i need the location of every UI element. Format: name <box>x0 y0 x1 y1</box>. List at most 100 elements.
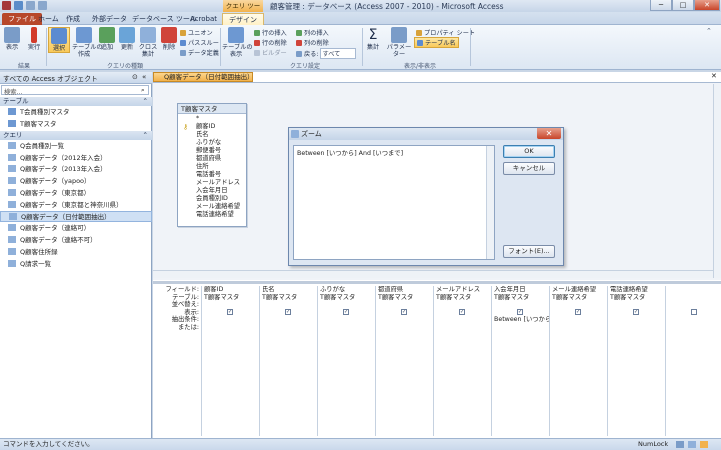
minimize-button[interactable]: ─ <box>650 0 672 11</box>
table-names-button[interactable]: テーブル名 <box>414 37 459 48</box>
delete-query-button[interactable]: 削除 <box>160 27 178 51</box>
grid-field-cell[interactable]: 氏名 <box>262 286 317 294</box>
access-app-icon[interactable] <box>2 1 11 10</box>
nav-query-item[interactable]: Q顧客住所録 <box>0 247 152 258</box>
grid-field-cell[interactable]: ふりがな <box>320 286 375 294</box>
field-item[interactable]: 電話連絡希望 <box>196 211 234 219</box>
delete-rows-button[interactable]: 行の削除 <box>254 38 287 47</box>
grid-field-cell[interactable]: 都道府県 <box>378 286 433 294</box>
show-checkbox[interactable]: ✓ <box>227 309 233 315</box>
grid-field-cell[interactable]: 顧客ID <box>204 286 259 294</box>
undo-icon[interactable] <box>26 1 35 10</box>
search-icon[interactable]: ⌕ <box>141 86 145 95</box>
design-grid[interactable]: フィールド: テーブル: 並べ替え: 表示: 抽出条件: または: 顧客ID T顧… <box>153 284 721 438</box>
data-definition-button[interactable]: データ定義 <box>180 48 219 57</box>
nav-collapse-icon[interactable]: « <box>142 73 146 81</box>
nav-query-item[interactable]: Q顧客データ（連絡不可） <box>0 235 152 246</box>
show-checkbox[interactable]: ✓ <box>575 309 581 315</box>
insert-columns-button[interactable]: 列の挿入 <box>296 28 329 37</box>
field-item[interactable]: 入会年月日 <box>196 187 227 195</box>
maximize-button[interactable]: □ <box>672 0 694 11</box>
show-table-button[interactable]: テーブルの 表示 <box>222 27 253 58</box>
nav-dropdown-icon[interactable]: ⊙ <box>132 73 138 81</box>
grid-field-cell[interactable]: 電話連絡希望 <box>610 286 665 294</box>
grid-table-cell[interactable]: T顧客マスタ <box>262 294 317 302</box>
grid-table-cell[interactable]: T顧客マスタ <box>320 294 375 302</box>
cancel-button[interactable]: キャンセル <box>503 162 555 175</box>
grid-criteria-cell[interactable]: Between [いつから] A <box>494 316 549 324</box>
show-checkbox[interactable]: ✓ <box>343 309 349 315</box>
grid-column[interactable]: 顧客ID T顧客マスタ ✓ <box>201 286 259 436</box>
field-item[interactable]: メールアドレス <box>196 179 240 187</box>
grid-column[interactable]: 氏名 T顧客マスタ ✓ <box>259 286 317 436</box>
select-query-button[interactable]: 選択 <box>48 27 70 53</box>
redo-icon[interactable] <box>38 1 47 10</box>
builder-button[interactable]: ビルダー <box>254 48 287 57</box>
passthrough-button[interactable]: パススルー <box>180 38 219 47</box>
field-item[interactable]: 住所 <box>196 163 209 171</box>
grid-table-cell[interactable]: T顧客マスタ <box>552 294 607 302</box>
grid-column[interactable] <box>665 286 721 436</box>
tab-create[interactable]: 作成 <box>60 13 86 25</box>
nav-section-tables[interactable]: テーブル ⌃ <box>0 97 152 106</box>
grid-table-cell[interactable]: T顧客マスタ <box>204 294 259 302</box>
make-table-button[interactable]: テーブルの 作成 <box>72 27 103 58</box>
zoom-close-button[interactable]: ✕ <box>537 128 561 139</box>
ribbon-collapse-icon[interactable]: ⌃ <box>706 27 712 35</box>
document-close-icon[interactable]: ✕ <box>711 72 717 80</box>
tab-design[interactable]: デザイン <box>222 13 264 25</box>
update-button[interactable]: 更新 <box>118 27 136 51</box>
field-item[interactable]: 都道府県 <box>196 155 221 163</box>
save-icon[interactable] <box>14 1 23 10</box>
return-selector[interactable]: 戻る: すべて <box>296 48 357 59</box>
grid-field-cell[interactable]: 入会年月日 <box>494 286 549 294</box>
grid-column[interactable]: 入会年月日T顧客マスタ ✓Between [いつから] A <box>491 286 549 436</box>
grid-column[interactable]: ふりがな T顧客マスタ ✓ <box>317 286 375 436</box>
font-button[interactable]: フォント(E)... <box>503 245 555 258</box>
table-pane-vertical-scrollbar[interactable] <box>713 84 721 278</box>
grid-column[interactable]: 都道府県 T顧客マスタ ✓ <box>375 286 433 436</box>
grid-table-cell[interactable]: T顧客マスタ <box>610 294 665 302</box>
insert-rows-button[interactable]: 行の挿入 <box>254 28 287 37</box>
show-checkbox[interactable]: ✓ <box>459 309 465 315</box>
field-item[interactable]: 氏名 <box>196 131 209 139</box>
nav-query-item[interactable]: Q顧客データ（東京都と神奈川県） <box>0 200 152 211</box>
append-button[interactable]: 追加 <box>98 27 116 51</box>
table-pane-horizontal-scrollbar[interactable] <box>153 270 713 278</box>
delete-columns-button[interactable]: 列の削除 <box>296 38 329 47</box>
grid-column[interactable]: メールアドレス T顧客マスタ ✓ <box>433 286 491 436</box>
show-checkbox[interactable]: ✓ <box>285 309 291 315</box>
show-checkbox[interactable]: ✓ <box>401 309 407 315</box>
field-item[interactable]: 郵便番号 <box>196 147 221 155</box>
show-checkbox[interactable]: ✓ <box>633 309 639 315</box>
tab-acrobat[interactable]: Acrobat <box>184 13 223 25</box>
grid-column[interactable]: 電話連絡希望 T顧客マスタ ✓ <box>607 286 665 436</box>
nav-table-item[interactable]: T会員種別マスタ <box>0 107 152 118</box>
table-pane[interactable]: T顧客マスタ * ⚷ 顧客ID 氏名 ふりがな 郵便番号 都道府県 住所 電話番… <box>153 82 721 280</box>
field-item[interactable]: 電話番号 <box>196 171 221 179</box>
show-checkbox[interactable]: ✓ <box>517 309 523 315</box>
zoom-scrollbar[interactable] <box>486 146 494 259</box>
view-button[interactable]: 表示 <box>2 27 22 51</box>
nav-query-item-selected[interactable]: Q顧客データ（日付範囲抽出） <box>0 211 152 222</box>
parameters-button[interactable]: パラメーター <box>384 27 414 58</box>
nav-section-queries[interactable]: クエリ ⌃ <box>0 131 152 140</box>
design-view-icon[interactable] <box>700 441 708 448</box>
run-button[interactable]: 実行 <box>24 27 44 51</box>
nav-query-item[interactable]: Q請求一覧 <box>0 259 152 270</box>
ok-button[interactable]: OK <box>503 145 555 158</box>
zoom-text-area[interactable]: Between [いつから] And [いつまで] <box>293 145 495 260</box>
nav-query-item[interactable]: Q顧客データ（2013年入会） <box>0 164 152 175</box>
close-button[interactable]: ✕ <box>694 0 720 11</box>
show-checkbox[interactable] <box>691 309 697 315</box>
union-button[interactable]: ユニオン <box>180 28 213 37</box>
nav-query-item[interactable]: Q顧客データ（東京都） <box>0 188 152 199</box>
field-item[interactable]: メール連絡希望 <box>196 203 240 211</box>
sql-view-icon[interactable] <box>688 441 696 448</box>
grid-table-cell[interactable]: T顧客マスタ <box>436 294 491 302</box>
grid-column[interactable]: メール連絡希望 T顧客マスタ ✓ <box>549 286 607 436</box>
return-value-select[interactable]: すべて <box>320 48 357 59</box>
grid-table-cell[interactable]: T顧客マスタ <box>378 294 433 302</box>
grid-field-cell[interactable]: メールアドレス <box>436 286 491 294</box>
nav-query-item[interactable]: Q顧客データ（2012年入会） <box>0 153 152 164</box>
